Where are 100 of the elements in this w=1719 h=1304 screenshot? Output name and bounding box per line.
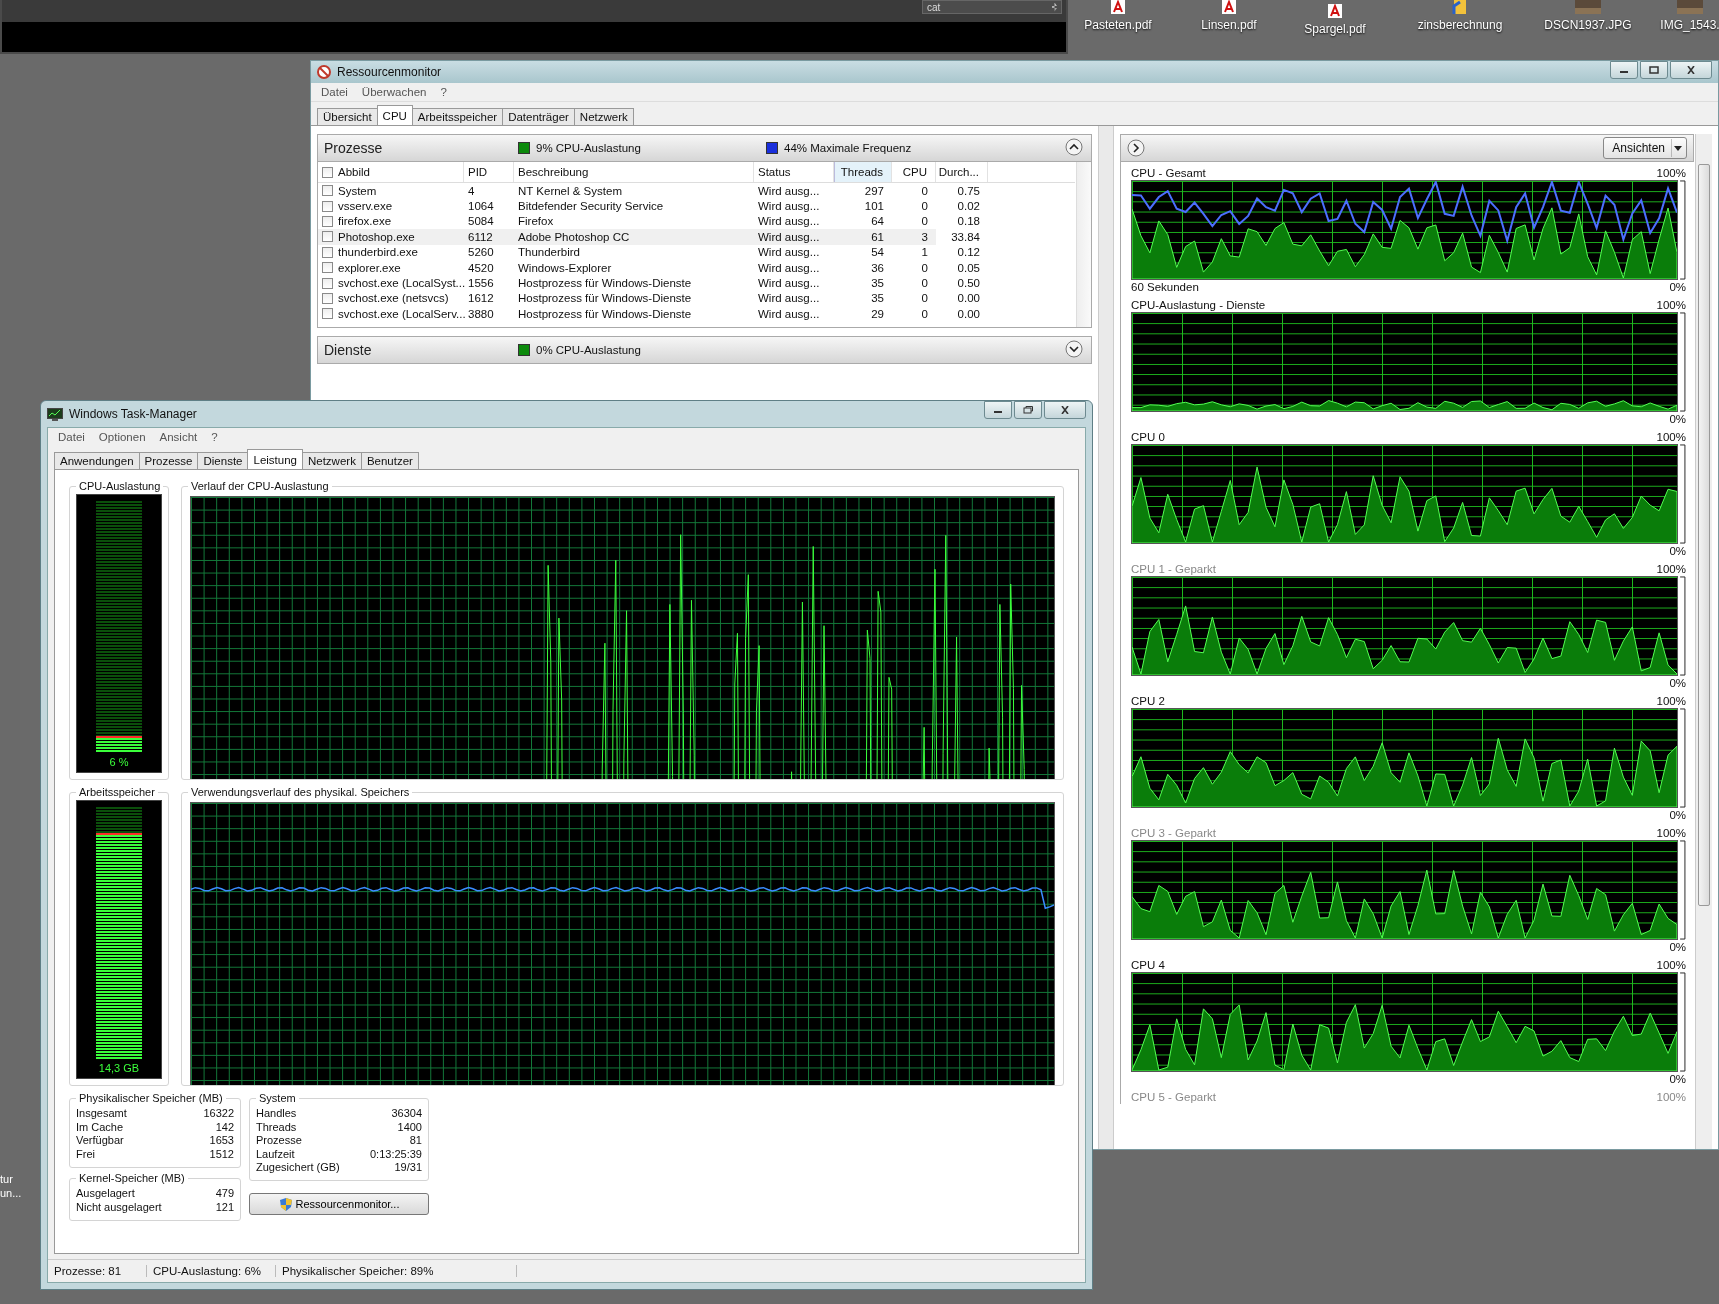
menu-item[interactable]: Datei — [58, 431, 85, 443]
table-cell: 4 — [468, 184, 475, 197]
table-row[interactable]: System 4 NT Kernel & System Wird ausg... 297 0 0.75 — [318, 183, 1075, 199]
table-cell: 0 — [921, 184, 928, 197]
table-cell: 35 — [871, 292, 884, 305]
column-header[interactable]: Abbild — [318, 162, 464, 182]
collapse-icon[interactable] — [1065, 138, 1083, 156]
desktop-icon-label[interactable]: Pasteten.pdf — [1084, 18, 1152, 32]
pdf-icon[interactable] — [1325, 4, 1345, 18]
tab[interactable]: Anwendungen — [54, 452, 140, 469]
table-row[interactable]: firefox.exe 5084 Firefox Wird ausg... 64 0 0.18 — [318, 213, 1075, 230]
expand-pane-icon[interactable] — [1127, 139, 1145, 157]
resource-monitor-button[interactable]: Ressourcenmonitor... — [249, 1193, 429, 1216]
close-icon — [1060, 406, 1070, 414]
table-cell: 4520 — [468, 261, 494, 274]
shield-icon — [278, 1196, 293, 1212]
axis-label: 100% — [1656, 431, 1686, 443]
table-cell: Hostprozess für Windows-Dienste — [518, 277, 692, 290]
menu-item[interactable]: Überwachen — [361, 86, 427, 98]
tab[interactable]: Dienste — [197, 452, 249, 469]
tab[interactable]: Arbeitsspeicher — [411, 108, 504, 125]
menu-item[interactable]: ? — [440, 86, 447, 98]
section-header[interactable]: Prozesse 9% CPU-Auslastung 44% Maximale Frequenz — [317, 134, 1092, 162]
pdf-icon[interactable] — [1108, 0, 1128, 14]
column-header[interactable]: Threads — [834, 162, 892, 182]
column-header[interactable]: PID — [464, 162, 514, 182]
desktop-icon-label[interactable]: Spargel.pdf — [1304, 22, 1366, 36]
legend-label: 0% CPU-Auslastung — [536, 344, 641, 356]
minimize-button[interactable] — [1610, 61, 1638, 79]
status-text: CPU-Auslastung: 6% — [147, 1265, 276, 1277]
column-header[interactable]: CPU — [892, 162, 936, 182]
checkbox[interactable] — [322, 292, 333, 304]
table-cell: 0.00 — [957, 307, 980, 320]
checkbox[interactable] — [322, 185, 333, 197]
checkbox[interactable] — [322, 262, 333, 274]
menu-item[interactable]: ? — [211, 431, 218, 443]
status-text: Prozesse: 81 — [48, 1265, 147, 1277]
desktop-icon-label[interactable]: tur — [0, 1172, 22, 1186]
stat-label: Zugesichert (GB) — [256, 1161, 340, 1175]
tab[interactable]: Netzwerk — [573, 108, 634, 125]
checkbox[interactable] — [322, 200, 333, 212]
menu-item[interactable]: Optionen — [98, 431, 146, 443]
table-row[interactable]: vsserv.exe 1064 Bitdefender Security Service Wird ausg... 101 0 0.02 — [318, 198, 1075, 214]
menu-item[interactable]: Ansicht — [159, 431, 198, 443]
views-button[interactable]: Ansichten — [1603, 137, 1687, 159]
expand-icon[interactable] — [1065, 340, 1083, 358]
photo-thumbnail-icon[interactable] — [1677, 0, 1703, 14]
tab[interactable]: Netzwerk — [301, 452, 362, 469]
section-title: Dienste — [324, 342, 372, 358]
close-button[interactable] — [1044, 401, 1086, 419]
desktop-icon-label[interactable]: zinsberechnung — [1417, 18, 1503, 32]
desktop-icon-label[interactable]: DSCN1937.JPG — [1544, 18, 1632, 32]
desktop-icon-label[interactable]: IMG_1543. — [1660, 18, 1719, 32]
menu-item[interactable]: Datei — [321, 86, 348, 98]
table-cell: 1612 — [468, 292, 494, 305]
table-cell: 0 — [921, 292, 928, 305]
graph-title: CPU - Gesamt — [1131, 167, 1206, 179]
column-header[interactable]: Beschreibung — [514, 162, 754, 182]
minimize-button[interactable] — [984, 401, 1012, 419]
stat-value: 121 — [215, 1200, 234, 1215]
tab[interactable]: Übersicht — [317, 108, 378, 125]
section-header[interactable]: Dienste 0% CPU-Auslastung — [317, 336, 1092, 364]
table-cell: 0.00 — [957, 292, 980, 305]
pdf-icon[interactable] — [1219, 0, 1239, 14]
checkbox[interactable] — [322, 277, 333, 289]
desktop-icon-label[interactable]: un... — [0, 1186, 22, 1200]
table-row[interactable]: svchost.exe (LocalServ... 3880 Hostprozess für Windows-Dienste Wird ausg... 29 0 0.00 — [318, 306, 1075, 322]
table-row[interactable]: explorer.exe 4520 Windows-Explorer Wird ausg... 36 0 0.05 — [318, 259, 1075, 276]
tab[interactable]: Benutzer — [360, 452, 419, 469]
stat-label: Prozesse — [256, 1134, 302, 1148]
dropdown[interactable]: cat — [922, 0, 1062, 14]
checkbox[interactable] — [322, 231, 333, 243]
checkbox[interactable] — [322, 246, 333, 258]
tab[interactable]: Datenträger — [502, 108, 575, 125]
table-row[interactable]: thunderbird.exe 5260 Thunderbird Wird ausg... 54 1 0.12 — [318, 244, 1075, 260]
table-cell: 54 — [871, 246, 884, 259]
table-row[interactable]: Photoshop.exe 6112 Adobe Photoshop CC Wird ausg... 61 3 33.84 — [318, 229, 1075, 245]
desktop-icon-label[interactable]: Linsen.pdf — [1201, 18, 1257, 32]
tab[interactable]: CPU — [376, 105, 413, 125]
table-cell: vsserv.exe — [338, 200, 393, 213]
photo-thumbnail-icon[interactable] — [1575, 0, 1601, 14]
graph-title: CPU 2 — [1131, 695, 1165, 707]
stat-label: Im Cache — [76, 1120, 124, 1135]
checkbox[interactable] — [322, 308, 333, 320]
restore-button[interactable] — [1014, 401, 1042, 419]
tab[interactable]: Leistung — [247, 449, 303, 469]
table-row[interactable]: svchost.exe (LocalSyst... 1556 Hostprozess für Windows-Dienste Wird ausg... 35 0 0.50 — [318, 275, 1075, 291]
graph-title: CPU 4 — [1131, 959, 1165, 971]
stat-label: Laufzeit — [256, 1147, 295, 1162]
table-row[interactable]: svchost.exe (netsvcs) 1612 Hostprozess für Windows-Dienste Wird ausg... 35 0 0.00 — [318, 290, 1075, 307]
column-header[interactable]: Durch... — [936, 162, 988, 182]
maximize-button[interactable] — [1640, 61, 1668, 79]
meter-reading: 14,3 GB — [98, 1062, 140, 1074]
checkbox[interactable] — [322, 166, 333, 178]
table-cell: 5084 — [468, 215, 494, 228]
checkbox[interactable] — [322, 215, 333, 227]
axis-label: 100% — [1656, 827, 1686, 839]
table-cell: 0 — [921, 261, 928, 274]
tab[interactable]: Prozesse — [138, 452, 199, 469]
close-button[interactable] — [1670, 61, 1712, 79]
